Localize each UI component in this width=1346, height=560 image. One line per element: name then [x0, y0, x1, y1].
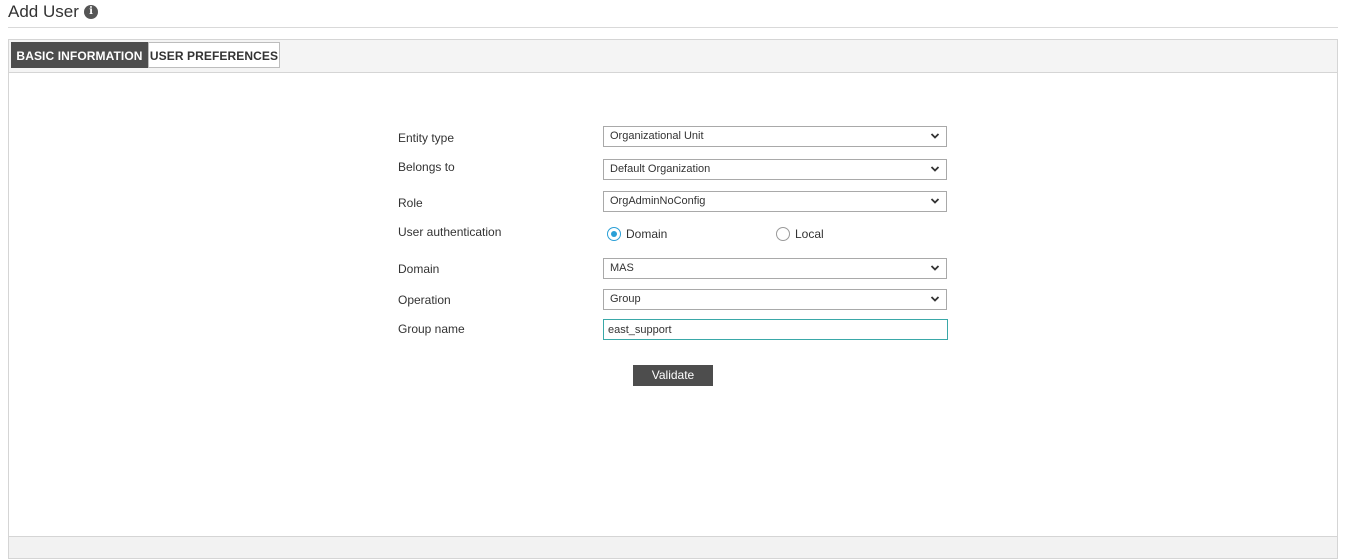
- radio-unchecked-icon: [776, 227, 790, 241]
- domain-select[interactable]: MAS: [603, 258, 947, 279]
- group-name-label: Group name: [398, 322, 465, 336]
- role-select[interactable]: OrgAdminNoConfig: [603, 191, 947, 212]
- domain-radio-label: Domain: [626, 227, 668, 241]
- info-icon[interactable]: i: [84, 5, 98, 19]
- chevron-down-icon: [930, 265, 940, 271]
- footer-bar: [9, 536, 1337, 558]
- role-value: OrgAdminNoConfig: [610, 195, 706, 207]
- page-header: Add User i: [8, 0, 1338, 28]
- entity-type-select[interactable]: Organizational Unit: [603, 126, 947, 147]
- radio-checked-icon: [607, 227, 621, 241]
- local-radio-label: Local: [795, 227, 824, 241]
- entity-type-value: Organizational Unit: [610, 130, 704, 142]
- operation-select[interactable]: Group: [603, 289, 947, 310]
- validate-button[interactable]: Validate: [633, 365, 713, 386]
- chevron-down-icon: [930, 166, 940, 172]
- belongs-to-label: Belongs to: [398, 160, 455, 174]
- page-title: Add User: [8, 2, 79, 21]
- user-authentication-label: User authentication: [398, 225, 502, 239]
- tab-basic-information[interactable]: BASIC INFORMATION: [11, 42, 148, 68]
- role-label: Role: [398, 196, 423, 210]
- tab-bar: BASIC INFORMATION USER PREFERENCES: [9, 40, 1337, 73]
- chevron-down-icon: [930, 198, 940, 204]
- domain-value: MAS: [610, 262, 634, 274]
- entity-type-label: Entity type: [398, 131, 455, 145]
- operation-value: Group: [610, 293, 641, 305]
- form-panel: BASIC INFORMATION USER PREFERENCES Entit…: [8, 39, 1338, 559]
- chevron-down-icon: [930, 133, 940, 139]
- operation-label: Operation: [398, 293, 451, 307]
- group-name-input[interactable]: [603, 319, 948, 340]
- tab-user-preferences[interactable]: USER PREFERENCES: [148, 42, 280, 68]
- domain-label: Domain: [398, 262, 440, 276]
- belongs-to-select[interactable]: Default Organization: [603, 159, 947, 180]
- belongs-to-value: Default Organization: [610, 163, 711, 175]
- chevron-down-icon: [930, 296, 940, 302]
